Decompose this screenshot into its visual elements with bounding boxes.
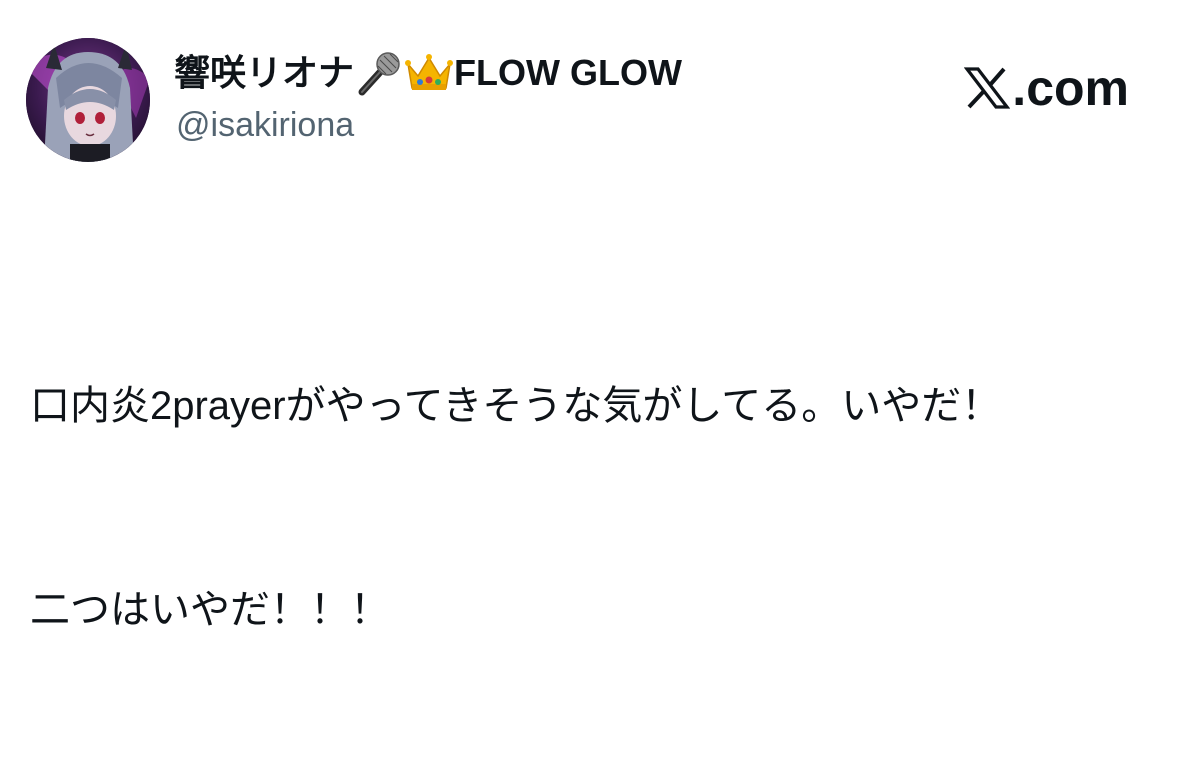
display-name-text: 響咲リオナ (174, 52, 355, 93)
avatar[interactable] (26, 38, 150, 162)
display-name-suffix: FLOW GLOW (454, 52, 682, 93)
avatar-image (26, 38, 150, 162)
crown-icon (404, 50, 454, 96)
brand-label: .com (964, 58, 1129, 118)
tweet-text: 口内炎2prayerがやってきそうな気がしてる。いやだ！ 二つはいやだ！！！ (30, 236, 1150, 780)
user-handle[interactable]: @isakiriona (176, 104, 354, 146)
tweet-line: 口内炎2prayerがやってきそうな気がしてる。いやだ！ (30, 384, 1002, 428)
display-name[interactable]: 響咲リオナ FLOW GLOW (174, 50, 682, 96)
brand-domain-text: .com (1012, 60, 1129, 116)
x-logo-icon (964, 66, 1011, 110)
tweet-line: 二つはいやだ！！！ (30, 588, 390, 632)
tweet-card: 響咲リオナ FLOW GLOW @isakiriona .com 口内炎2pra… (0, 0, 1179, 632)
microphone-icon (354, 50, 404, 96)
